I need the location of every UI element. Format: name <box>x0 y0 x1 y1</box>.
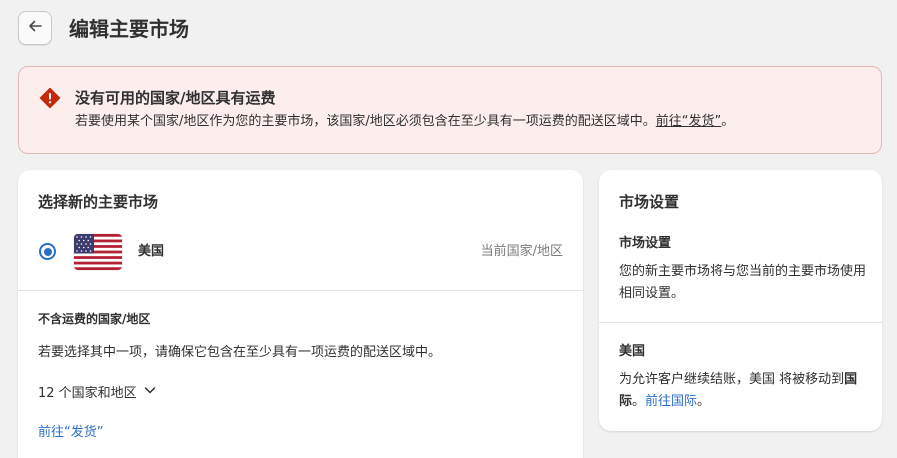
settings-section-title: 市场设置 <box>619 236 672 251</box>
us-section-text: 为允许客户继续结账，美国 将被移动到国际。前往国际。 <box>619 369 874 413</box>
select-market-title: 选择新的主要市场 <box>38 193 159 211</box>
banner-title: 没有可用的国家/地区具有运费 <box>75 89 276 107</box>
us-text-end: 。 <box>697 394 711 409</box>
banner-shipping-link[interactable]: 前往“发货” <box>656 114 721 129</box>
critical-banner: 没有可用的国家/地区具有运费 若要使用某个国家/地区作为您的主要市场，该国家/地… <box>18 66 882 154</box>
us-section-title: 美国 <box>619 344 646 359</box>
us-text-prefix: 为允许客户继续结账，美国 将被移动到 <box>619 372 845 387</box>
unavailable-text: 若要选择其中一项，请确保它包含在至少具有一项运费的配送区域中。 <box>38 345 442 360</box>
alert-diamond-icon <box>39 87 61 109</box>
arrow-left-icon <box>27 18 43 38</box>
banner-message: 若要使用某个国家/地区作为您的主要市场，该国家/地区必须包含在至少具有一项运费的… <box>75 114 656 129</box>
divider <box>18 290 583 291</box>
banner-text-end: 。 <box>721 114 735 129</box>
select-market-card: 选择新的主要市场 美国 当前国家/地区 不含运费的国家/地区 若要选择其中一项，… <box>18 170 583 458</box>
divider <box>599 322 882 323</box>
market-radio-us[interactable] <box>39 243 56 260</box>
shipping-link[interactable]: 前往“发货” <box>38 423 103 443</box>
market-settings-card: 市场设置 市场设置 您的新主要市场将与您当前的主要市场使用相同设置。 美国 为允… <box>599 170 882 431</box>
unavailable-heading: 不含运费的国家/地区 <box>38 312 151 326</box>
market-name: 美国 <box>138 244 165 259</box>
countries-count-toggle[interactable]: 12 个国家和地区 <box>38 383 157 404</box>
countries-count-label: 12 个国家和地区 <box>38 385 137 401</box>
banner-text: 若要使用某个国家/地区作为您的主要市场，该国家/地区必须包含在至少具有一项运费的… <box>75 112 734 132</box>
page-title: 编辑主要市场 <box>69 17 189 41</box>
settings-section-text: 您的新主要市场将与您当前的主要市场使用相同设置。 <box>619 264 867 301</box>
back-button[interactable] <box>18 11 52 45</box>
current-country-label: 当前国家/地区 <box>480 244 563 259</box>
settings-card-title: 市场设置 <box>619 193 680 211</box>
chevron-down-icon <box>143 383 157 404</box>
us-flag-icon <box>74 234 122 270</box>
international-link[interactable]: 前往国际 <box>645 394 697 409</box>
us-text-mid: 。 <box>632 394 646 409</box>
